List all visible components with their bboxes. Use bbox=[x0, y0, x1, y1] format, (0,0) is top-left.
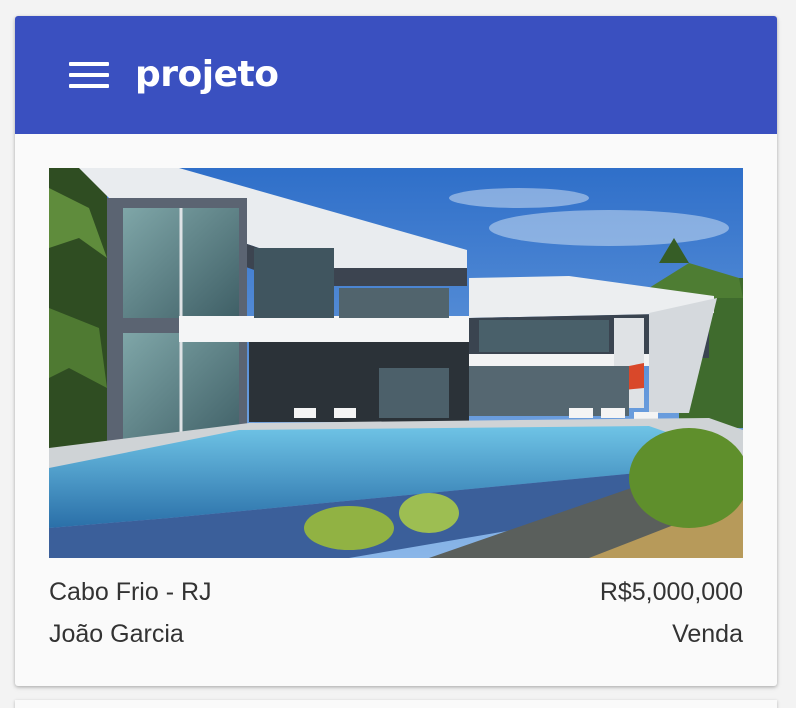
app-title: projeto bbox=[135, 54, 279, 95]
house-image bbox=[49, 168, 743, 558]
listing-card[interactable]: projeto Cabo Frio - RJ R$5,000,000 João … bbox=[15, 16, 777, 686]
listing-price: R$5,000,000 bbox=[599, 578, 743, 606]
listing-info: Cabo Frio - RJ R$5,000,000 João Garcia V… bbox=[49, 576, 743, 656]
app-bar: projeto bbox=[15, 16, 777, 134]
listing-owner: João Garcia bbox=[49, 620, 184, 648]
next-listing-card[interactable] bbox=[15, 700, 777, 708]
listing-type: Venda bbox=[672, 620, 743, 648]
info-row-primary: Cabo Frio - RJ R$5,000,000 bbox=[49, 576, 743, 608]
menu-icon bbox=[69, 62, 109, 88]
listing-location: Cabo Frio - RJ bbox=[49, 578, 212, 606]
menu-button[interactable] bbox=[67, 60, 113, 90]
screen: projeto Cabo Frio - RJ R$5,000,000 João … bbox=[0, 0, 796, 708]
info-row-secondary: João Garcia Venda bbox=[49, 618, 743, 650]
property-photo[interactable] bbox=[49, 168, 743, 558]
